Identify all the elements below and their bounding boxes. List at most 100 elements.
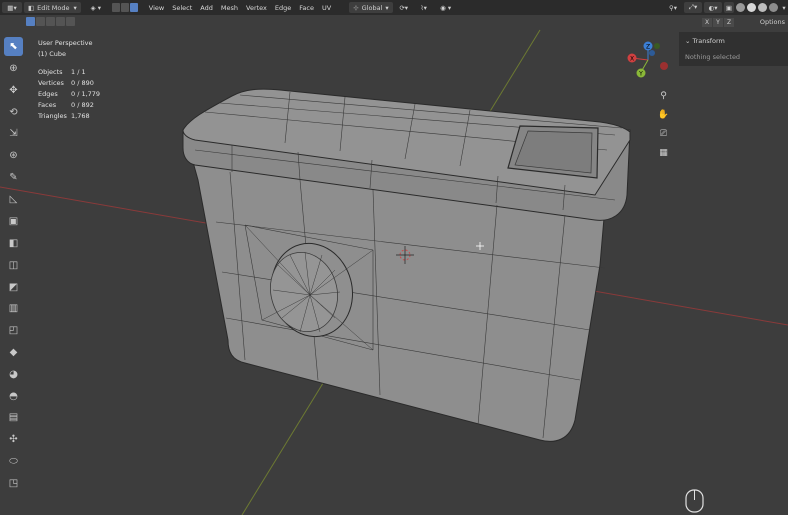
mode-dropdown[interactable]: ◧ Edit Mode ▾ xyxy=(24,2,81,13)
menu-vertex[interactable]: Vertex xyxy=(242,4,271,12)
stat-value: 1 / 1 xyxy=(71,68,86,76)
tool-shelf: ⬉ ⊕ ✥ ⟲ ⇲ ⊛ ✎ ◺ ▣ ◧ ◫ ◩ ▥ ◰ ◆ ◕ ◓ ▤ ✣ ⬭ … xyxy=(4,37,26,496)
header-right-group: ⚲▾ ⤢▾ ◐▾ ▣ ▾ xyxy=(662,0,788,15)
menu-view[interactable]: View xyxy=(145,4,168,12)
proportional-edit-icon[interactable]: ◉ ▾ xyxy=(435,2,457,13)
menu-select[interactable]: Select xyxy=(168,4,196,12)
chevron-down-icon: ⌄ xyxy=(685,37,691,45)
gizmo-x-label: X xyxy=(630,56,634,63)
gizmo-neg-z-handle xyxy=(649,50,655,56)
shear-tool-icon[interactable]: ⬭ xyxy=(4,452,23,471)
orientation-label: Global xyxy=(361,3,383,12)
orientation-icon: ⊹ xyxy=(353,3,359,12)
menu-edge[interactable]: Edge xyxy=(271,4,295,12)
editor-type-button[interactable]: ▦▾ xyxy=(2,2,22,13)
mouse-icon xyxy=(685,489,704,513)
stat-value: 1,768 xyxy=(71,112,90,120)
solid-shading-icon[interactable] xyxy=(747,3,756,12)
stat-row: Objects 1 / 1 xyxy=(38,67,100,78)
viewport-info: User Perspective (1) Cube xyxy=(38,38,93,60)
edge-select-icon[interactable] xyxy=(120,3,129,12)
menu-mesh[interactable]: Mesh xyxy=(217,4,242,12)
shading-options-icon[interactable]: ▾ xyxy=(780,2,788,13)
bevel-tool-icon[interactable]: ◩ xyxy=(4,278,23,297)
mode-label: Edit Mode xyxy=(37,3,70,12)
stat-row: Triangles 1,768 xyxy=(38,111,100,122)
mirror-x-toggle[interactable]: X xyxy=(702,18,712,27)
3d-viewport[interactable]: Z X Y xyxy=(0,0,788,515)
gizmo-toggle-icon[interactable]: ⤢▾ xyxy=(684,2,702,13)
knife-tool-icon[interactable]: ◰ xyxy=(4,321,23,340)
gizmo-y-label: Y xyxy=(638,71,643,78)
transform-panel-title: Transform xyxy=(692,37,725,45)
navigation-gizmo[interactable]: Z X Y xyxy=(627,41,669,78)
overlay-toggle-icon[interactable]: ◐▾ xyxy=(704,2,722,13)
chevron-down-icon: ▾ xyxy=(73,3,77,12)
shrink-fatten-tool-icon[interactable]: ✣ xyxy=(4,430,23,449)
stat-row: Edges 0 / 1,779 xyxy=(38,89,100,100)
wireframe-shading-icon[interactable] xyxy=(736,3,745,12)
gizmo-z-label: Z xyxy=(646,44,650,51)
move-tool-icon[interactable]: ✥ xyxy=(4,81,23,100)
gizmo-neg-y-handle xyxy=(654,43,660,49)
stat-label: Edges xyxy=(38,90,58,98)
stat-value: 0 / 890 xyxy=(71,79,94,87)
select-box-mode-group xyxy=(26,17,76,28)
add-cube-tool-icon[interactable]: ▣ xyxy=(4,212,23,231)
view-name: User Perspective xyxy=(38,39,93,47)
rotate-tool-icon[interactable]: ⟲ xyxy=(4,103,23,122)
select-box-tool-icon[interactable]: ⬉ xyxy=(4,37,23,56)
perspective-toggle-icon[interactable]: ▦ xyxy=(657,147,670,160)
extrude-tool-icon[interactable]: ◧ xyxy=(4,234,23,253)
select-invert-icon[interactable] xyxy=(56,17,65,26)
options-button[interactable]: Options xyxy=(760,18,788,26)
select-intersect-icon[interactable] xyxy=(66,17,75,26)
select-subtract-icon[interactable] xyxy=(46,17,55,26)
stat-row: Vertices 0 / 890 xyxy=(38,78,100,89)
stat-label: Vertices xyxy=(38,79,64,87)
snap-icon[interactable]: ⌇▾ xyxy=(415,2,433,13)
statistics-overlay: Objects 1 / 1 Vertices 0 / 890 Edges 0 / 1,… xyxy=(38,67,100,122)
loop-cut-tool-icon[interactable]: ▥ xyxy=(4,299,23,318)
select-new-icon[interactable] xyxy=(26,17,35,26)
pivot-point-icon[interactable]: ⟳▾ xyxy=(395,2,413,13)
rendered-shading-icon[interactable] xyxy=(769,3,778,12)
transform-panel-header[interactable]: ⌄ Transform xyxy=(679,32,788,45)
camera-view-icon[interactable]: ⎚ xyxy=(657,128,670,141)
scale-tool-icon[interactable]: ⇲ xyxy=(4,124,23,143)
inset-tool-icon[interactable]: ◫ xyxy=(4,256,23,275)
stat-value: 0 / 892 xyxy=(71,101,94,109)
pan-hand-icon[interactable]: ✋ xyxy=(657,109,670,122)
vertex-select-icon[interactable] xyxy=(111,3,120,12)
object-name: (1) Cube xyxy=(38,50,67,58)
select-extend-icon[interactable] xyxy=(36,17,45,26)
face-select-icon[interactable] xyxy=(129,3,138,12)
annotate-tool-icon[interactable]: ✎ xyxy=(4,168,23,187)
menu-add[interactable]: Add xyxy=(196,4,217,12)
menu-face[interactable]: Face xyxy=(295,4,318,12)
orientation-dropdown[interactable]: ⊹ Global ▾ xyxy=(349,2,393,13)
select-mode-group xyxy=(111,3,139,12)
visibility-icon[interactable]: ⚲▾ xyxy=(664,2,682,13)
rip-tool-icon[interactable]: ◳ xyxy=(4,474,23,493)
edge-slide-tool-icon[interactable]: ▤ xyxy=(4,408,23,427)
spin-tool-icon[interactable]: ◕ xyxy=(4,365,23,384)
pivot-icon[interactable]: ◈ ▾ xyxy=(83,2,109,13)
transform-tool-icon[interactable]: ⊛ xyxy=(4,146,23,165)
cursor-tool-icon[interactable]: ⊕ xyxy=(4,59,23,78)
mirror-axis-group: X Y Z xyxy=(701,18,734,27)
chevron-down-icon: ▾ xyxy=(385,3,389,12)
stat-value: 0 / 1,779 xyxy=(71,90,101,98)
xray-toggle-icon[interactable]: ▣ xyxy=(724,2,734,13)
measure-tool-icon[interactable]: ◺ xyxy=(4,190,23,209)
stat-label: Faces xyxy=(38,101,57,109)
header-bar: ▦▾ ◧ Edit Mode ▾ ◈ ▾ View Select Add Mes… xyxy=(0,0,788,15)
material-shading-icon[interactable] xyxy=(758,3,767,12)
mirror-z-toggle[interactable]: Z xyxy=(724,18,734,27)
mirror-y-toggle[interactable]: Y xyxy=(713,18,723,27)
poly-build-tool-icon[interactable]: ◆ xyxy=(4,343,23,362)
zoom-icon[interactable]: ⚲ xyxy=(657,90,670,103)
mesh-cube[interactable] xyxy=(182,88,631,442)
smooth-tool-icon[interactable]: ◓ xyxy=(4,387,23,406)
menu-uv[interactable]: UV xyxy=(318,4,335,12)
